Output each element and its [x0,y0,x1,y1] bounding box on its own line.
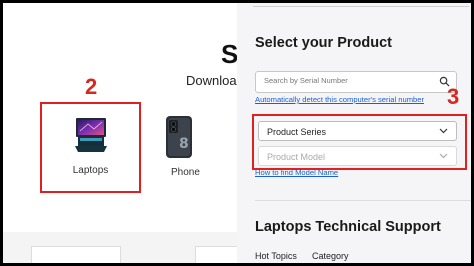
tab-category[interactable]: Category [312,251,349,261]
phone-icon[interactable]: 8 [165,115,193,159]
laptops-label: Laptops [72,165,109,176]
select-product-title: Select your Product [255,35,392,51]
download-heading-partial: Download [186,73,237,88]
laptop-icon [75,118,107,152]
chevron-down-icon [439,153,448,159]
top-divider [253,6,469,7]
svg-text:8: 8 [179,136,189,152]
serial-search-field[interactable] [255,71,457,93]
serial-search-input[interactable] [264,76,434,85]
product-series-dropdown[interactable]: Product Series [258,121,457,141]
section-divider [255,200,471,201]
support-section-title: Laptops Technical Support [255,219,441,235]
tab-hot-topics[interactable]: Hot Topics [255,251,297,261]
product-model-value: Product Model [267,152,326,162]
product-model-dropdown[interactable]: Product Model [258,146,457,166]
left-bottom-card [31,246,121,263]
page-heading-partial: S [221,39,237,69]
detect-serial-link[interactable]: Automatically detect this computer's ser… [255,95,424,104]
product-category-panel: S Download 2 Laptops 8 Phone [3,3,237,263]
find-model-name-link[interactable]: How to find Model Name [255,168,338,177]
chevron-down-icon [439,128,448,134]
select-product-panel: Select your Product Automatically detect… [237,3,471,263]
laptops-category-tile[interactable]: Laptops [40,102,141,193]
step-marker-2: 2 [85,74,98,99]
product-selector-highlight: Product Series Product Model [252,114,467,170]
product-series-value: Product Series [267,127,327,137]
phone-label: Phone [171,167,200,178]
step-marker-3: 3 [447,84,460,109]
left-bottom-card [195,246,237,263]
